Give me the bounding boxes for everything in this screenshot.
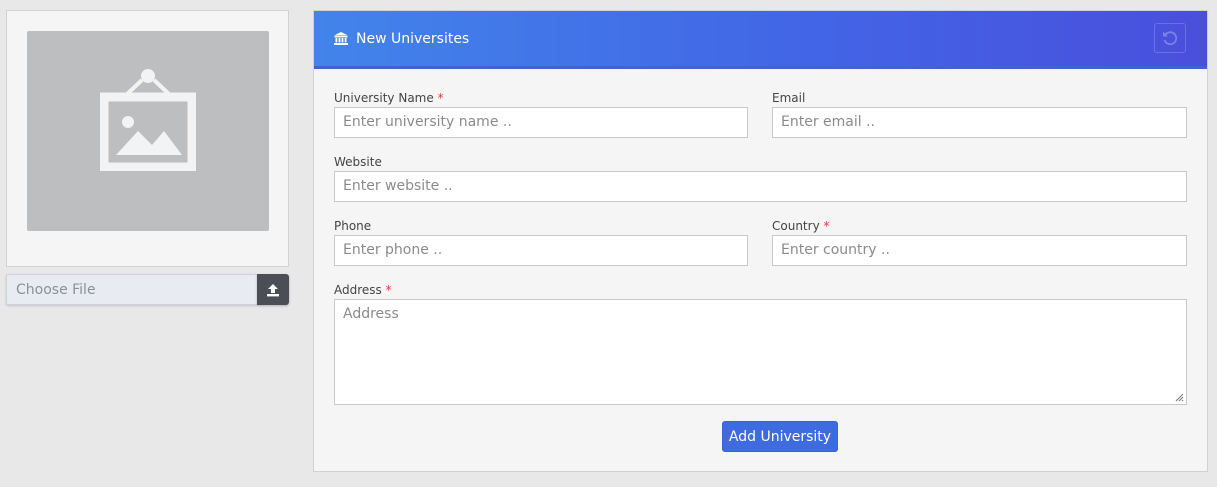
image-preview-frame (6, 10, 289, 267)
country-label: Country * (772, 219, 830, 233)
reset-button[interactable] (1154, 23, 1186, 53)
email-input[interactable]: Enter email .. (772, 107, 1187, 138)
required-marker: * (823, 219, 830, 233)
country-field: Country * Enter country .. (772, 218, 1187, 266)
file-chooser: Choose File (6, 274, 289, 306)
image-placeholder (27, 31, 269, 231)
choose-file-input[interactable]: Choose File (6, 274, 257, 305)
website-input[interactable]: Enter website .. (334, 171, 1187, 202)
website-field: Website Enter website .. (334, 154, 1187, 202)
panel-header: New Universites (314, 11, 1207, 69)
upload-button[interactable] (257, 274, 289, 305)
university-icon (334, 32, 348, 45)
country-input[interactable]: Enter country .. (772, 235, 1187, 266)
address-placeholder: Address (343, 306, 399, 322)
phone-field: Phone Enter phone .. (334, 218, 748, 266)
required-marker: * (437, 91, 444, 105)
university-name-field: University Name * Enter university name … (334, 90, 748, 138)
email-label: Email (772, 91, 806, 105)
resize-grip-icon[interactable] (1175, 393, 1184, 402)
address-field: Address * Address (334, 282, 1187, 405)
upload-icon (267, 283, 279, 296)
website-label: Website (334, 155, 382, 169)
required-marker: * (385, 283, 392, 297)
panel-title: New Universites (356, 30, 470, 47)
phone-label: Phone (334, 219, 372, 233)
image-placeholder-icon (100, 69, 196, 171)
undo-icon (1163, 31, 1178, 46)
image-upload-section: Choose File (6, 10, 289, 306)
email-field: Email Enter email .. (772, 90, 1187, 138)
new-university-panel: New Universites University Name * Enter … (313, 10, 1208, 472)
university-name-label: University Name * (334, 91, 444, 105)
address-textarea[interactable]: Address (334, 299, 1187, 405)
address-label: Address * (334, 283, 392, 297)
university-name-input[interactable]: Enter university name .. (334, 107, 748, 138)
phone-input[interactable]: Enter phone .. (334, 235, 748, 266)
add-university-button[interactable]: Add University (722, 421, 838, 452)
